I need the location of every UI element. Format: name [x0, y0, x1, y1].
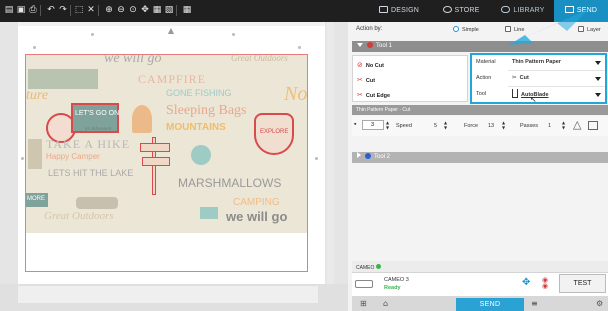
- cameo-section-label: CAMEO: [356, 264, 381, 271]
- blade-minus-icon[interactable]: ▪: [354, 121, 356, 129]
- print-icon[interactable]: ⌂: [383, 299, 388, 309]
- force-stepper-icon[interactable]: ▲ ▼: [502, 120, 506, 130]
- action-dropdown-icon[interactable]: [595, 77, 601, 81]
- delete-icon[interactable]: ✕: [86, 5, 96, 15]
- collapse-icon: [357, 43, 363, 47]
- open-icon[interactable]: ▤: [4, 5, 14, 15]
- autoblade-icon: [512, 89, 518, 98]
- tool-dropdown-icon[interactable]: [595, 93, 601, 97]
- blade-depth-selector[interactable]: 3: [362, 120, 384, 130]
- cut-icon: ✂: [357, 76, 363, 84]
- tool-2-header[interactable]: Tool 2: [352, 152, 608, 163]
- print-icon[interactable]: ⎙: [28, 5, 38, 15]
- toolbar-separator: [40, 5, 41, 16]
- horizontal-scrollbar[interactable]: [18, 286, 318, 303]
- design-icon: [378, 6, 388, 13]
- grid-dot: [91, 33, 94, 36]
- select-icon[interactable]: ⬚: [74, 5, 84, 15]
- cut-style-list: ⊘ No Cut ✂ Cut ✂ Cut Edge: [352, 55, 468, 102]
- line-segment-overcut-icon[interactable]: △: [573, 118, 581, 132]
- zoom-in-icon[interactable]: ⊕: [104, 5, 114, 15]
- device-status: Ready: [384, 285, 401, 291]
- passes-label: Passes: [520, 123, 539, 129]
- move-icon[interactable]: ✥: [140, 5, 150, 15]
- cut-parameters: ▪ 3 ▲ ▼ Speed 5 ▲ ▼ Force 13 ▲ ▼ Passes 1 ▲…: [352, 116, 608, 136]
- action-label: Action: [476, 75, 492, 81]
- redo-icon[interactable]: ↷: [58, 5, 68, 15]
- action-select[interactable]: ✂ Cut: [512, 75, 529, 81]
- grid-icon[interactable]: ▦: [182, 5, 192, 15]
- grid-dot: [21, 157, 24, 160]
- cut-option-no-cut[interactable]: ⊘ No Cut: [357, 61, 384, 69]
- undo-icon[interactable]: ↶: [46, 5, 56, 15]
- vertical-scrollbar[interactable]: [327, 22, 334, 284]
- feed-arrow-icon: ▲: [167, 26, 175, 35]
- fit-page-icon[interactable]: ▦: [152, 5, 162, 15]
- passes-value[interactable]: 1: [548, 123, 551, 129]
- zoom-drag-icon[interactable]: ⊙: [128, 5, 138, 15]
- save-icon[interactable]: ▣: [16, 5, 26, 15]
- tool-2-color-icon: [365, 153, 371, 159]
- action-simple-option[interactable]: Simple: [453, 26, 479, 33]
- grid-dot: [232, 33, 235, 36]
- ready-indicator-icon: [375, 264, 381, 269]
- cut-option-cut[interactable]: ✂ Cut: [357, 76, 375, 84]
- material-label: Material: [476, 59, 496, 65]
- grid-dot: [298, 46, 301, 49]
- passes-stepper-icon[interactable]: ▲ ▼: [562, 120, 566, 130]
- speed-label: Speed: [396, 123, 412, 129]
- settings-gear-icon[interactable]: ⚙: [596, 299, 603, 309]
- material-select[interactable]: Thin Pattern Paper: [512, 59, 561, 65]
- action-by-label: Action by:: [356, 26, 383, 32]
- zoom-out-icon[interactable]: ⊖: [116, 5, 126, 15]
- material-settings-panel: Material Thin Pattern Paper Action ✂ Cut …: [470, 53, 607, 104]
- cutter-icon: [355, 280, 373, 288]
- no-cut-icon: ⊘: [357, 61, 363, 69]
- stop-icon[interactable]: ◉ ◉: [542, 277, 548, 290]
- tab-store[interactable]: STORE: [430, 0, 492, 22]
- speed-stepper-icon[interactable]: ▲ ▼: [444, 120, 448, 130]
- tool-1-color-icon: [367, 42, 373, 48]
- cut-action-icon: ✂: [512, 75, 517, 81]
- mouse-cursor-icon: ↖: [530, 95, 537, 104]
- toolbar-separator: [98, 5, 99, 16]
- force-label: Force: [464, 123, 479, 129]
- toolbar-separator: [176, 5, 177, 16]
- mat-preview-icon[interactable]: ⊞: [360, 299, 367, 309]
- expand-icon: [357, 152, 361, 158]
- settings-summary: Thin Pattern Paper - Cut: [352, 105, 608, 115]
- pointer-arrow-icon: [509, 9, 589, 45]
- fit-selection-icon[interactable]: ▧: [164, 5, 174, 15]
- queue-icon[interactable]: ≡: [531, 299, 538, 309]
- tool-label: Tool: [476, 91, 487, 97]
- grid-dot: [315, 157, 318, 160]
- cut-option-cut-edge[interactable]: ✂ Cut Edge: [357, 91, 390, 99]
- corner-icon[interactable]: [588, 121, 598, 130]
- material-dropdown-icon[interactable]: [595, 61, 601, 65]
- cut-border: [25, 54, 308, 272]
- send-button[interactable]: SEND: [456, 298, 524, 311]
- speed-value[interactable]: 5: [434, 123, 437, 129]
- toolbar-separator: [70, 5, 71, 16]
- grid-dot: [33, 46, 36, 49]
- force-value[interactable]: 13: [488, 123, 494, 129]
- cut-edge-icon: ✂: [357, 91, 363, 99]
- test-button[interactable]: TEST: [559, 274, 606, 293]
- blade-stepper-icon[interactable]: ▲ ▼: [386, 120, 390, 130]
- device-name: CAMEO 3: [384, 277, 409, 283]
- store-icon: [442, 6, 452, 13]
- tab-design[interactable]: DESIGN: [368, 0, 430, 22]
- move-blade-icon[interactable]: ✥: [522, 277, 530, 289]
